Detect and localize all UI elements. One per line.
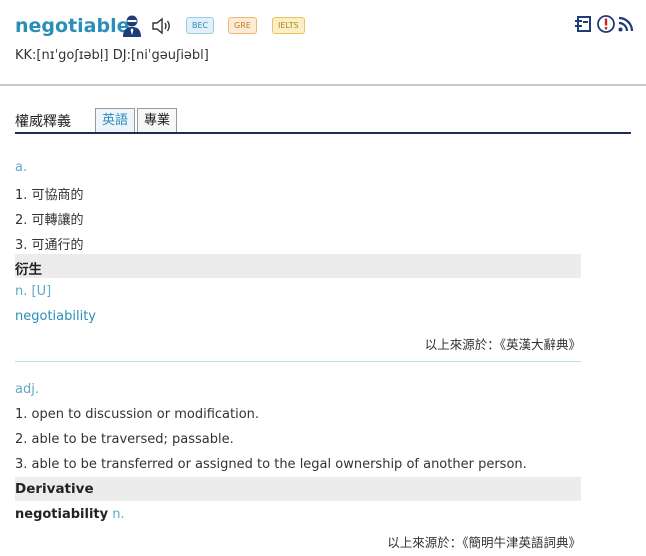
entry-separator	[15, 361, 581, 362]
wordbook-icon[interactable]	[574, 14, 594, 34]
tab-professional[interactable]: 專業	[137, 108, 178, 133]
entry1-derivative-heading: 衍生	[15, 262, 42, 278]
entry2-derivative-word[interactable]: negotiability	[15, 507, 108, 522]
entry1-sense-2: 2. 可轉讓的	[15, 213, 84, 228]
entry2-source: 以上來源於：《簡明牛津英語詞典》	[387, 535, 581, 550]
rss-icon[interactable]	[616, 14, 636, 34]
entry2-sense-1: 1. open to discussion or modification.	[15, 407, 260, 422]
entry2-derivative-heading: Derivative	[15, 481, 94, 497]
entry1-sense-1: 1. 可協商的	[15, 188, 84, 203]
tag-bec: BEC	[186, 17, 215, 34]
section-heading: 權威釋義	[15, 114, 71, 130]
entry1-derivative-pos: n. [U]	[15, 284, 52, 299]
entry2-derivative-bar	[15, 477, 581, 501]
headword: negotiable	[15, 15, 130, 37]
entry2-derivative-row: negotiability n.	[15, 507, 125, 522]
entry1-derivative-bar	[15, 254, 581, 278]
entry2-pos: adj.	[15, 382, 39, 397]
entry1-pos: a.	[15, 160, 28, 175]
header-divider	[0, 84, 646, 86]
speaker-icon[interactable]	[151, 17, 173, 35]
entry2-sense-3: 3. able to be transferred or assigned to…	[15, 457, 527, 472]
entry1-derivative-word[interactable]: negotiability	[15, 309, 96, 324]
tab-underline	[15, 132, 631, 134]
entry1-source: 以上來源於：《英漢大辭典》	[424, 337, 581, 352]
tag-ielts: IELTS	[272, 17, 305, 34]
pronunciation: KK:[nɪˈgoʃɪəbḷ] DJ:[niˈgəuʃiəbl]	[15, 48, 209, 63]
entry2-derivative-pos: n.	[112, 507, 125, 522]
person-icon[interactable]	[121, 14, 143, 38]
report-icon[interactable]	[596, 14, 616, 34]
tab-english[interactable]: 英語	[95, 108, 136, 133]
entry2-sense-2: 2. able to be traversed; passable.	[15, 432, 234, 447]
entry1-sense-3: 3. 可通行的	[15, 238, 84, 253]
tag-gre: GRE	[228, 17, 257, 34]
